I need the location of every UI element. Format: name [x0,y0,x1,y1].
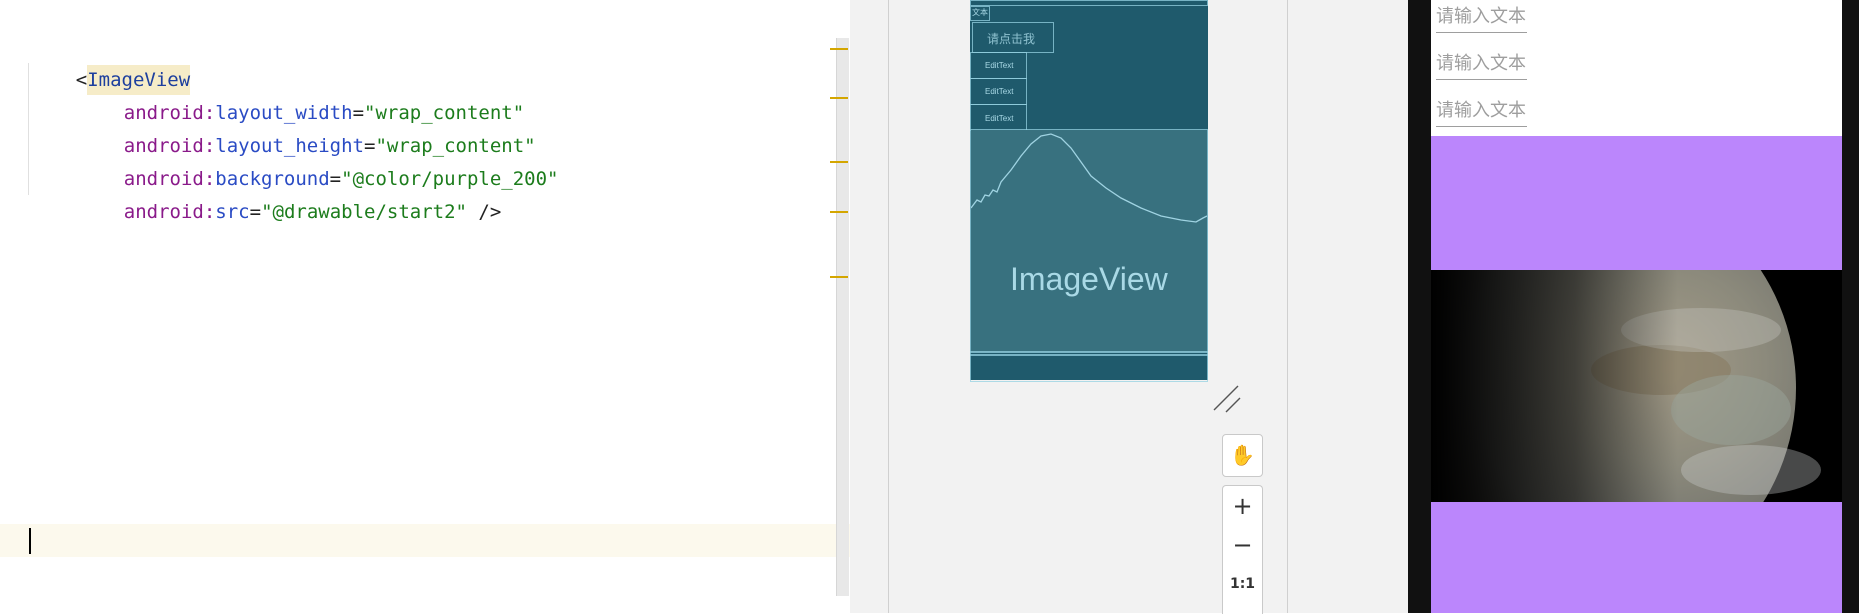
resize-handle-icon[interactable] [1212,384,1242,414]
attr-equals: = [249,201,262,223]
change-marker[interactable] [830,161,848,163]
blueprint-top-strip [970,0,1208,6]
attr-name: src [215,201,250,223]
zoom-controls: + − 1:1 [1222,485,1263,614]
imageview-earth-image [1431,270,1842,502]
blueprint-edittext-label: EditText [985,87,1014,96]
zoom-out-button[interactable]: − [1223,526,1262,564]
blueprint-button-label: 请点击我 [987,32,1036,46]
panel-divider [888,0,889,613]
pan-hand-icon[interactable]: ✋ [1223,436,1262,474]
code-line-1[interactable]: <ImageView [30,31,191,95]
attr-namespace: android: [123,201,216,223]
earth-image [1431,270,1842,502]
emulator-edittext[interactable]: 请输入文本 [1436,2,1527,33]
editor-scrollbar[interactable] [836,38,849,596]
change-marker[interactable] [830,211,848,213]
tag-self-close: /> [466,201,502,223]
text-caret [29,528,31,554]
blueprint-bottom-view[interactable] [970,354,1208,382]
emulator-edittext[interactable]: 请输入文本 [1436,49,1527,80]
code-line-2[interactable]: android:layout_width="wrap_content" [78,64,524,124]
indent-guide [28,63,29,195]
blueprint-edittext-label: EditText [985,114,1014,123]
change-marker[interactable] [830,276,848,278]
code-editor[interactable]: <ImageView android:layout_width="wrap_co… [0,0,850,613]
imageview-background-top [1431,136,1842,270]
blueprint-textview-label: 文本 [972,8,988,17]
zoom-in-button[interactable]: + [1223,487,1262,525]
blueprint-edittext-label: EditText [985,61,1014,70]
emulator-edittext[interactable]: 请输入文本 [1436,96,1527,127]
pan-tool-panel: ✋ [1222,434,1263,477]
imageview-background-bottom [1431,502,1842,613]
zoom-actual-size-button[interactable]: 1:1 [1223,565,1262,603]
current-line-highlight [0,524,850,557]
attr-value: "@drawable/start2" [261,201,467,223]
panel-divider [1287,0,1288,613]
code-line-4[interactable]: android:background="@color/purple_200" [78,130,559,190]
code-line-5[interactable]: android:src="@drawable/start2" /> [78,163,502,223]
change-marker[interactable] [830,48,848,50]
change-marker[interactable] [830,97,848,99]
blueprint-imageview-label: ImageView [1010,261,1168,297]
blueprint-image-preview-curve [971,133,1207,223]
code-line-3[interactable]: android:layout_height="wrap_content" [78,97,536,157]
phone-screen[interactable]: 请输入文本 请输入文本 请输入文本 [1431,0,1842,613]
